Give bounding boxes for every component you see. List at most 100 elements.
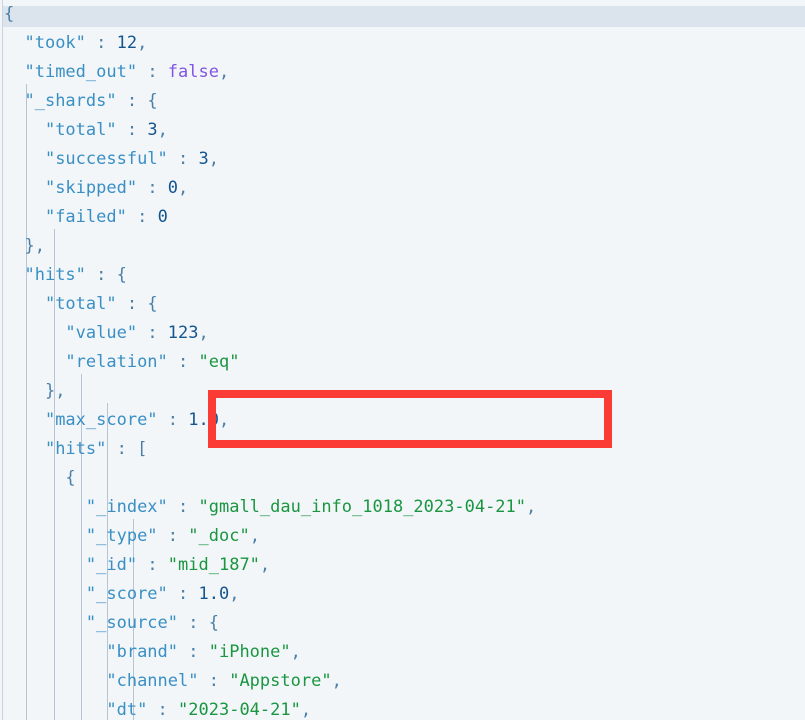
token-punct: : [116, 294, 148, 314]
token-key: "value" [65, 323, 138, 343]
token-key: "skipped" [44, 178, 138, 198]
token-num: 0 [157, 207, 168, 227]
token-punct: : [106, 439, 138, 459]
token-punct: , [259, 555, 271, 575]
json-code-block[interactable]: { "took" : 12, "timed_out" : false, "_sh… [0, 0, 805, 720]
code-line[interactable]: "failed" : 0 [0, 203, 805, 232]
token-punct: : [198, 671, 230, 691]
token-punct: , [249, 526, 260, 546]
token-brace: { [147, 91, 158, 111]
token-punct: , [34, 236, 45, 256]
code-line[interactable]: "_index" : "gmall_dau_info_1018_2023-04-… [0, 493, 805, 522]
code-line[interactable]: "_id" : "mid_187", [0, 551, 805, 580]
token-key: "relation" [65, 352, 168, 372]
token-key: "timed_out" [24, 62, 138, 82]
code-line[interactable]: "relation" : "eq" [0, 348, 805, 377]
token-brace: [ [137, 439, 148, 459]
token-punct: : [167, 352, 199, 372]
token-punct: , [178, 178, 189, 198]
token-num: 3 [198, 149, 209, 169]
code-line[interactable]: "_source" : { [0, 609, 805, 638]
code-line[interactable]: { [0, 0, 805, 29]
code-line[interactable]: "timed_out" : false, [0, 58, 805, 87]
token-key: "_shards" [24, 91, 117, 111]
code-line[interactable]: "channel" : "Appstore", [0, 667, 805, 696]
token-punct: : [116, 120, 148, 140]
token-key: "took" [24, 33, 86, 53]
code-line[interactable]: "took" : 12, [0, 29, 805, 58]
json-response-viewer[interactable]: { "took" : 12, "timed_out" : false, "_sh… [0, 0, 805, 720]
token-str: "gmall_dau_info_1018_2023-04-21" [198, 497, 527, 517]
token-punct: : [157, 526, 189, 546]
index-name-highlight-box [208, 390, 612, 448]
token-punct: : [178, 613, 209, 633]
token-brace: { [147, 294, 158, 314]
token-brace: { [208, 613, 219, 633]
token-brace: { [4, 4, 15, 24]
token-bool: false [167, 62, 219, 82]
token-key: "max_score" [44, 410, 158, 430]
code-line[interactable]: }, [0, 232, 805, 261]
token-punct: , [300, 700, 312, 720]
code-line[interactable]: "successful" : 3, [0, 145, 805, 174]
token-key: "_id" [85, 555, 138, 575]
token-brace: } [44, 381, 56, 401]
token-punct: : [116, 91, 148, 111]
code-line[interactable]: "_type" : "_doc", [0, 522, 805, 551]
token-key: "_score" [85, 584, 168, 604]
token-punct: , [55, 381, 66, 401]
token-key: "successful" [44, 149, 168, 169]
token-punct: : [157, 410, 189, 430]
token-punct: : [167, 149, 199, 169]
code-line[interactable]: { [0, 464, 805, 493]
token-punct: , [526, 497, 537, 517]
token-punct: : [167, 497, 199, 517]
token-key: "failed" [44, 207, 127, 227]
code-line[interactable]: "skipped" : 0, [0, 174, 805, 203]
code-line[interactable]: "hits" : { [0, 261, 805, 290]
code-line[interactable]: "total" : { [0, 290, 805, 319]
token-punct: , [331, 671, 342, 691]
token-punct: , [157, 120, 168, 140]
code-line[interactable]: "_shards" : { [0, 87, 805, 116]
token-num: 3 [147, 120, 158, 140]
token-str: "eq" [198, 352, 240, 372]
token-brace: } [24, 236, 35, 256]
code-line[interactable]: "total" : 3, [0, 116, 805, 145]
token-str: "Appstore" [229, 671, 332, 691]
token-str: "2023-04-21" [178, 700, 301, 720]
token-punct: , [290, 642, 301, 662]
token-str: "mid_187" [167, 555, 260, 575]
token-punct: : [85, 265, 117, 285]
token-str: "iPhone" [208, 642, 291, 662]
code-line[interactable]: "_score" : 1.0, [0, 580, 805, 609]
code-line[interactable]: "dt" : "2023-04-21", [0, 696, 805, 720]
code-line[interactable]: "value" : 123, [0, 319, 805, 348]
token-punct: : [137, 555, 168, 575]
token-key: "brand" [106, 642, 179, 662]
token-key: "_type" [85, 526, 158, 546]
token-key: "channel" [106, 671, 199, 691]
token-punct: , [218, 62, 230, 82]
code-line[interactable]: "brand" : "iPhone", [0, 638, 805, 667]
